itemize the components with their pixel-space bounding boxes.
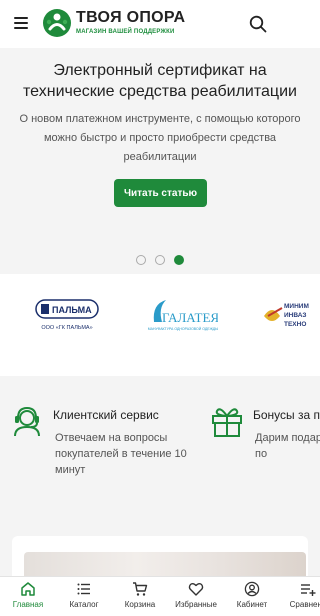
read-article-button[interactable]: Читать статью bbox=[114, 179, 207, 207]
nav-label: Главная bbox=[12, 600, 44, 609]
service-title: Бонусы за по bbox=[253, 408, 320, 422]
slider-dot-3[interactable] bbox=[174, 255, 184, 265]
nav-label: Избранные bbox=[175, 600, 217, 609]
brand-galatea-logo[interactable]: ГАЛАТЕЯ МАНУФАКТУРА ОДНОРАЗОВОЙ ОДЕЖДЫ bbox=[148, 296, 218, 336]
compare-icon bbox=[301, 584, 316, 596]
brand-palma-logo[interactable]: ПАЛЬМА ООО «ГК ПАЛЬМА» bbox=[34, 296, 100, 336]
search-icon[interactable] bbox=[248, 14, 268, 34]
article-section bbox=[0, 508, 320, 596]
service-text: Дарим подар 70% всем по bbox=[255, 432, 320, 460]
bottom-navigation: Главная Каталог Корзина Избранные Кабине… bbox=[0, 576, 320, 616]
svg-text:ИНВАЗ: ИНВАЗ bbox=[284, 312, 307, 319]
logo-mark-icon bbox=[43, 9, 71, 37]
support-agent-icon bbox=[14, 406, 40, 437]
cart-icon bbox=[133, 582, 148, 596]
nav-label: Корзина bbox=[124, 600, 156, 609]
svg-text:ООО «ГК ПАЛЬМА»: ООО «ГК ПАЛЬМА» bbox=[41, 325, 92, 331]
nav-home[interactable]: Главная bbox=[0, 577, 56, 616]
catalog-list-icon bbox=[77, 583, 90, 595]
hero-text: О новом платежном инструменте, с помощью… bbox=[19, 113, 301, 163]
app-header: ТВОЯ ОПОРА МАГАЗИН ВАШЕЙ ПОДДЕРЖКИ bbox=[0, 0, 320, 48]
svg-text:ТЕХНО: ТЕХНО bbox=[284, 321, 306, 328]
svg-text:МАНУФАКТУРА ОДНОРАЗОВОЙ ОДЕЖДЫ: МАНУФАКТУРА ОДНОРАЗОВОЙ ОДЕЖДЫ bbox=[148, 327, 218, 331]
slider-pagination bbox=[0, 255, 320, 265]
slider-dot-2[interactable] bbox=[155, 255, 165, 265]
home-icon bbox=[21, 582, 35, 596]
nav-compare[interactable]: Сравнени bbox=[280, 577, 320, 616]
gift-icon bbox=[212, 408, 242, 437]
service-text: Отвечаем на вопросы покупателей в течени… bbox=[55, 432, 187, 476]
user-icon bbox=[244, 581, 260, 597]
nav-label: Сравнени bbox=[289, 600, 320, 609]
logo-subtitle: МАГАЗИН ВАШЕЙ ПОДДЕРЖКИ bbox=[76, 29, 175, 35]
heart-icon bbox=[188, 583, 204, 596]
nav-favorites[interactable]: Избранные bbox=[168, 577, 224, 616]
svg-text:ПАЛЬМА: ПАЛЬМА bbox=[52, 305, 92, 315]
logo-title: ТВОЯ ОПОРА bbox=[76, 9, 186, 26]
hero-title: Электронный сертификат на технические ср… bbox=[23, 62, 297, 100]
svg-text:ГАЛАТЕЯ: ГАЛАТЕЯ bbox=[162, 310, 218, 325]
brands-carousel: ПАЛЬМА ООО «ГК ПАЛЬМА» ГАЛАТЕЯ МАНУФАКТУ… bbox=[0, 274, 320, 360]
svg-text:МИНИМ: МИНИМ bbox=[284, 303, 309, 310]
slider-dot-1[interactable] bbox=[136, 255, 146, 265]
nav-catalog[interactable]: Каталог bbox=[56, 577, 112, 616]
brand-mini-invasive-logo[interactable]: МИНИМ ИНВАЗ ТЕХНО bbox=[262, 296, 320, 336]
services-section: Клиентский сервис Отвечаем на вопросы по… bbox=[0, 376, 320, 508]
hero-slider: Электронный сертификат на технические ср… bbox=[0, 48, 320, 274]
nav-account[interactable]: Кабинет bbox=[224, 577, 280, 616]
nav-label: Кабинет bbox=[236, 600, 268, 609]
nav-cart[interactable]: Корзина bbox=[112, 577, 168, 616]
hamburger-icon[interactable] bbox=[14, 17, 28, 29]
service-title: Клиентский сервис bbox=[53, 408, 159, 422]
nav-label: Каталог bbox=[69, 600, 99, 609]
logo[interactable]: ТВОЯ ОПОРА МАГАЗИН ВАШЕЙ ПОДДЕРЖКИ bbox=[42, 8, 185, 38]
